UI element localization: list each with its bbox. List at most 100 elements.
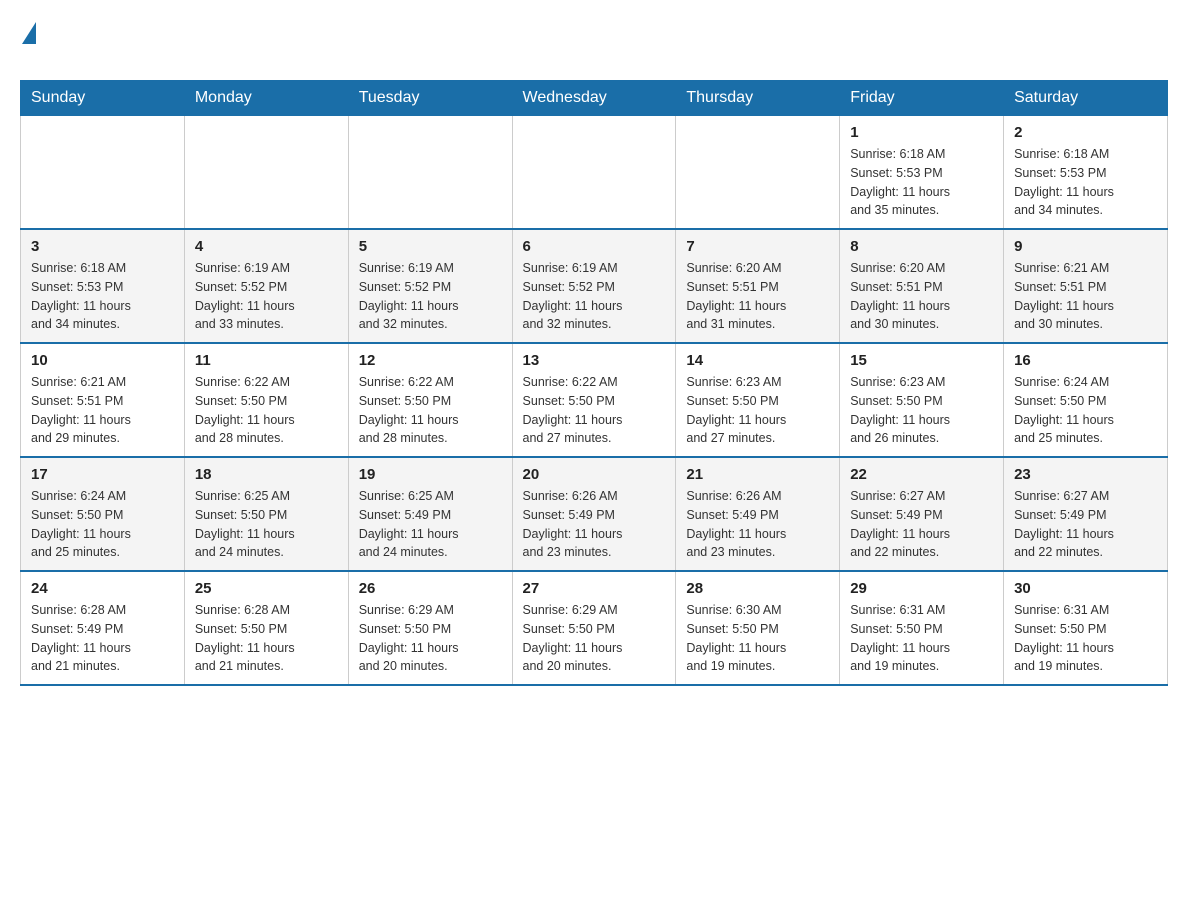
calendar-cell: 11Sunrise: 6:22 AM Sunset: 5:50 PM Dayli… <box>184 343 348 457</box>
calendar-cell: 7 Sunrise: 6:20 AM Sunset: 5:51 PM Daylig… <box>676 229 840 343</box>
day-number: 17 <box>31 466 174 483</box>
day-info: Sunrise: 6:18 AM Sunset: 5:53 PM Dayligh… <box>31 259 174 334</box>
day-number: 7 <box>686 238 829 255</box>
weekday-header-monday: Monday <box>184 81 348 116</box>
day-number: 16 <box>1014 352 1157 369</box>
day-number: 26 <box>359 580 502 597</box>
calendar-cell: 10Sunrise: 6:21 AM Sunset: 5:51 PM Dayli… <box>21 343 185 457</box>
calendar-cell: 14 Sunrise: 6:23 AM Sunset: 5:50 PM Dayli… <box>676 343 840 457</box>
day-info: Sunrise: 6:20 AM Sunset: 5:51 PM Dayligh… <box>686 259 829 334</box>
weekday-header-tuesday: Tuesday <box>348 81 512 116</box>
day-number: 18 <box>195 466 338 483</box>
weekday-header-thursday: Thursday <box>676 81 840 116</box>
day-info: Sunrise: 6:21 AM Sunset: 5:51 PM Dayligh… <box>1014 259 1157 334</box>
day-number: 12 <box>359 352 502 369</box>
day-info: Sunrise: 6:27 AM Sunset: 5:49 PM Dayligh… <box>1014 487 1157 562</box>
calendar-cell: 9 Sunrise: 6:21 AM Sunset: 5:51 PM Daylig… <box>1004 229 1168 343</box>
calendar-cell: 23 Sunrise: 6:27 AM Sunset: 5:49 PM Dayli… <box>1004 457 1168 571</box>
calendar-cell <box>348 116 512 230</box>
day-info: Sunrise: 6:24 AM Sunset: 5:50 PM Dayligh… <box>31 487 174 562</box>
day-number: 4 <box>195 238 338 255</box>
day-info: Sunrise: 6:23 AM Sunset: 5:50 PM Dayligh… <box>686 373 829 448</box>
day-number: 5 <box>359 238 502 255</box>
day-number: 2 <box>1014 124 1157 141</box>
page-header <box>20 20 1168 70</box>
calendar-cell: 17 Sunrise: 6:24 AM Sunset: 5:50 PM Dayli… <box>21 457 185 571</box>
day-info: Sunrise: 6:19 AM Sunset: 5:52 PM Dayligh… <box>359 259 502 334</box>
day-info: Sunrise: 6:26 AM Sunset: 5:49 PM Dayligh… <box>523 487 666 562</box>
calendar-cell <box>21 116 185 230</box>
calendar-week-row: 1 Sunrise: 6:18 AM Sunset: 5:53 PM Daylig… <box>21 116 1168 230</box>
weekday-header-sunday: Sunday <box>21 81 185 116</box>
day-info: Sunrise: 6:23 AM Sunset: 5:50 PM Dayligh… <box>850 373 993 448</box>
calendar-cell: 15 Sunrise: 6:23 AM Sunset: 5:50 PM Dayli… <box>840 343 1004 457</box>
calendar-cell: 22 Sunrise: 6:27 AM Sunset: 5:49 PM Dayli… <box>840 457 1004 571</box>
day-number: 24 <box>31 580 174 597</box>
day-number: 3 <box>31 238 174 255</box>
calendar-table: SundayMondayTuesdayWednesdayThursdayFrid… <box>20 80 1168 686</box>
day-info: Sunrise: 6:24 AM Sunset: 5:50 PM Dayligh… <box>1014 373 1157 448</box>
calendar-cell <box>676 116 840 230</box>
day-number: 8 <box>850 238 993 255</box>
day-info: Sunrise: 6:18 AM Sunset: 5:53 PM Dayligh… <box>850 145 993 220</box>
day-info: Sunrise: 6:29 AM Sunset: 5:50 PM Dayligh… <box>359 601 502 676</box>
weekday-header-wednesday: Wednesday <box>512 81 676 116</box>
day-info: Sunrise: 6:22 AM Sunset: 5:50 PM Dayligh… <box>523 373 666 448</box>
day-info: Sunrise: 6:30 AM Sunset: 5:50 PM Dayligh… <box>686 601 829 676</box>
day-number: 23 <box>1014 466 1157 483</box>
calendar-cell: 27Sunrise: 6:29 AM Sunset: 5:50 PM Dayli… <box>512 571 676 685</box>
day-info: Sunrise: 6:28 AM Sunset: 5:50 PM Dayligh… <box>195 601 338 676</box>
calendar-cell: 26 Sunrise: 6:29 AM Sunset: 5:50 PM Dayli… <box>348 571 512 685</box>
day-number: 1 <box>850 124 993 141</box>
calendar-week-row: 10Sunrise: 6:21 AM Sunset: 5:51 PM Dayli… <box>21 343 1168 457</box>
calendar-cell: 5 Sunrise: 6:19 AM Sunset: 5:52 PM Daylig… <box>348 229 512 343</box>
logo-triangle-icon <box>22 22 36 44</box>
calendar-cell: 19Sunrise: 6:25 AM Sunset: 5:49 PM Dayli… <box>348 457 512 571</box>
calendar-cell: 21 Sunrise: 6:26 AM Sunset: 5:49 PM Dayli… <box>676 457 840 571</box>
day-number: 13 <box>523 352 666 369</box>
day-info: Sunrise: 6:19 AM Sunset: 5:52 PM Dayligh… <box>195 259 338 334</box>
day-info: Sunrise: 6:19 AM Sunset: 5:52 PM Dayligh… <box>523 259 666 334</box>
day-number: 29 <box>850 580 993 597</box>
day-number: 27 <box>523 580 666 597</box>
day-info: Sunrise: 6:25 AM Sunset: 5:49 PM Dayligh… <box>359 487 502 562</box>
calendar-cell <box>512 116 676 230</box>
calendar-cell: 25Sunrise: 6:28 AM Sunset: 5:50 PM Dayli… <box>184 571 348 685</box>
day-number: 30 <box>1014 580 1157 597</box>
day-info: Sunrise: 6:20 AM Sunset: 5:51 PM Dayligh… <box>850 259 993 334</box>
day-number: 28 <box>686 580 829 597</box>
calendar-cell: 24 Sunrise: 6:28 AM Sunset: 5:49 PM Dayli… <box>21 571 185 685</box>
calendar-cell: 3 Sunrise: 6:18 AM Sunset: 5:53 PM Daylig… <box>21 229 185 343</box>
day-number: 20 <box>523 466 666 483</box>
calendar-cell: 4 Sunrise: 6:19 AM Sunset: 5:52 PM Daylig… <box>184 229 348 343</box>
calendar-week-row: 3 Sunrise: 6:18 AM Sunset: 5:53 PM Daylig… <box>21 229 1168 343</box>
day-info: Sunrise: 6:31 AM Sunset: 5:50 PM Dayligh… <box>1014 601 1157 676</box>
day-info: Sunrise: 6:22 AM Sunset: 5:50 PM Dayligh… <box>195 373 338 448</box>
weekday-header-saturday: Saturday <box>1004 81 1168 116</box>
calendar-cell: 16 Sunrise: 6:24 AM Sunset: 5:50 PM Dayli… <box>1004 343 1168 457</box>
calendar-cell: 13 Sunrise: 6:22 AM Sunset: 5:50 PM Dayli… <box>512 343 676 457</box>
day-info: Sunrise: 6:28 AM Sunset: 5:49 PM Dayligh… <box>31 601 174 676</box>
day-info: Sunrise: 6:31 AM Sunset: 5:50 PM Dayligh… <box>850 601 993 676</box>
day-info: Sunrise: 6:27 AM Sunset: 5:49 PM Dayligh… <box>850 487 993 562</box>
day-number: 6 <box>523 238 666 255</box>
day-info: Sunrise: 6:25 AM Sunset: 5:50 PM Dayligh… <box>195 487 338 562</box>
calendar-cell: 18 Sunrise: 6:25 AM Sunset: 5:50 PM Dayli… <box>184 457 348 571</box>
day-number: 9 <box>1014 238 1157 255</box>
day-info: Sunrise: 6:26 AM Sunset: 5:49 PM Dayligh… <box>686 487 829 562</box>
calendar-header-row: SundayMondayTuesdayWednesdayThursdayFrid… <box>21 81 1168 116</box>
day-number: 14 <box>686 352 829 369</box>
logo <box>20 20 36 70</box>
calendar-week-row: 24 Sunrise: 6:28 AM Sunset: 5:49 PM Dayli… <box>21 571 1168 685</box>
day-number: 22 <box>850 466 993 483</box>
calendar-cell <box>184 116 348 230</box>
calendar-cell: 12Sunrise: 6:22 AM Sunset: 5:50 PM Dayli… <box>348 343 512 457</box>
calendar-cell: 20 Sunrise: 6:26 AM Sunset: 5:49 PM Dayli… <box>512 457 676 571</box>
day-number: 15 <box>850 352 993 369</box>
day-number: 21 <box>686 466 829 483</box>
calendar-cell: 30 Sunrise: 6:31 AM Sunset: 5:50 PM Dayli… <box>1004 571 1168 685</box>
calendar-week-row: 17 Sunrise: 6:24 AM Sunset: 5:50 PM Dayli… <box>21 457 1168 571</box>
calendar-cell: 6 Sunrise: 6:19 AM Sunset: 5:52 PM Daylig… <box>512 229 676 343</box>
calendar-cell: 2Sunrise: 6:18 AM Sunset: 5:53 PM Daylig… <box>1004 116 1168 230</box>
calendar-cell: 1 Sunrise: 6:18 AM Sunset: 5:53 PM Daylig… <box>840 116 1004 230</box>
